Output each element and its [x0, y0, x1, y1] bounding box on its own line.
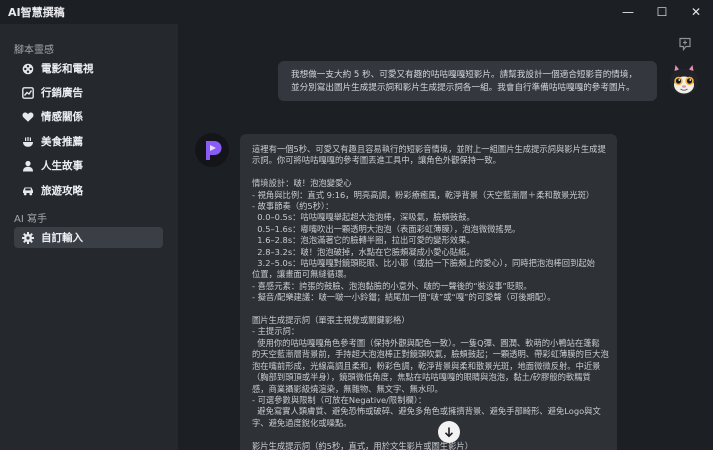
message-line: 使用你的咕咕嘎嘎角色參考圖（保持外觀與配色一致）。一隻Q彈、圓潤、軟萌的小鴨站在…	[252, 337, 600, 348]
message-line: 避免寫實人類膚質、避免恐怖或破碎、避免多角色或擁擠背景、避免手部畸形、避免Log…	[252, 406, 601, 417]
scroll-to-bottom-button[interactable]	[438, 421, 460, 443]
app-title: AI智慧撰稿	[8, 6, 65, 19]
sidebar-item-marketing-ads[interactable]: 行銷廣告	[14, 82, 163, 103]
message-gap	[252, 429, 605, 440]
sidebar-item-film-tv[interactable]: 電影和電視	[14, 58, 163, 79]
message-line: 1.6–2.8s：泡泡滿著它的臉轉半圈，拉出可愛的變形效果。	[252, 235, 475, 246]
assistant-message-bubble: 這裡有一個5秒、可愛又有趣且容易執行的短影音情境，並附上一組圖片生成提示詞與影片…	[240, 134, 617, 450]
user-message-bubble: 我想做一支大約 5 秒、可愛又有趣的咕咕嘎嘎短影片。請幫我設計一個適合短影音的情…	[278, 61, 657, 101]
new-note-icon[interactable]	[678, 36, 692, 55]
section-label-ai-writer: AI 寫手	[14, 214, 47, 225]
assistant-avatar	[195, 133, 229, 167]
sidebar-item-label: 旅遊攻略	[41, 185, 83, 197]
message-line: - 喜感元素：誇張的鼓臉、泡泡黏臉的小意外、啵的一聲後的“裝沒事”眨眼。	[252, 280, 532, 291]
sidebar-item-label: 人生故事	[41, 160, 83, 172]
sidebar: 腳本靈感 電影和電視 行銷廣告 情感關係 美食推薦 人生故事 旅遊攻略 AI 寫…	[0, 24, 178, 450]
car-icon	[22, 185, 34, 197]
film-reel-icon	[22, 63, 34, 75]
person-icon	[22, 160, 34, 172]
gear-icon	[22, 231, 34, 244]
sidebar-item-label: 自訂輸入	[41, 232, 83, 244]
sidebar-item-relationships[interactable]: 情感關係	[14, 106, 163, 127]
assistant-message-text: 這裡有一個5秒、可愛又有趣且容易執行的短影音情境，並附上一組圖片生成提示詞與影片…	[252, 144, 609, 450]
sidebar-item-travel-guide[interactable]: 旅遊攻略	[14, 180, 163, 201]
sidebar-item-label: 情感關係	[41, 111, 83, 123]
message-line: 泡在嘴前形成，光線高調且柔和，粉彩色調，乾淨背景與柔和散景光斑，地面微微反射。中…	[252, 360, 601, 371]
message-line: 字、避免過度銳化或噪點。	[252, 417, 352, 428]
message-line: 示詞。你可將咕咕嘎嘎的參考圖丟進工具中，讓角色外觀保持一致。	[252, 155, 501, 166]
sidebar-item-label: 電影和電視	[41, 63, 94, 75]
message-line: （胸部到頭頂或半身），鏡頭微低角度，焦點在咕咕嘎嘎的眼睛與泡泡，黏土/矽膠般的軟…	[252, 372, 591, 383]
message-gap	[252, 304, 605, 315]
user-message-text: 我想做一支大約 5 秒、可愛又有趣的咕咕嘎嘎短影片。請幫我設計一個適合短影音的情…	[291, 70, 638, 93]
maximize-button[interactable]: ☐	[645, 0, 679, 24]
message-line: 的天空藍漸層背景前，手持超大泡泡棒正對鏡頭吹氣，臉頰鼓起；一顆透明、帶彩虹薄膜的…	[252, 349, 609, 360]
minimize-button[interactable]: —	[611, 0, 645, 24]
message-line: 位置，讓畫面可無縫循環。	[252, 269, 352, 280]
arrow-down-icon	[444, 427, 454, 438]
window-controls: — ☐ ✕	[611, 0, 713, 24]
message-line: 0.5–1.6s：嘟嘴吹出一顆透明大泡泡（表面彩虹薄膜），泡泡微微搖晃。	[252, 223, 521, 234]
message-gap	[252, 167, 605, 178]
section-label-script-inspiration: 腳本靈感	[14, 45, 54, 56]
sidebar-item-life-stories[interactable]: 人生故事	[14, 155, 163, 176]
message-line: - 可選參數與限制（可放在Negative/限制欄）：	[252, 394, 427, 405]
message-line: - 擬音/配樂建議：啵一啵一小鈴鐺；結尾加一個“啵”或“嘎”的可愛聲（可後期配）…	[252, 292, 556, 303]
food-bowl-icon	[22, 136, 34, 148]
message-line: 2.8–3.2s：啵！泡泡破掉，水點在它臉頰凝成小愛心貼紙。	[252, 246, 475, 257]
message-line: 情境設計：啵！泡泡變愛心	[252, 178, 352, 189]
message-line: - 視角與比例：直式 9:16，明亮高調，粉彩療癒風，乾淨背景（天空藍漸層＋柔和…	[252, 189, 595, 200]
trend-chart-icon	[22, 86, 34, 99]
message-line: 3.2–5.0s：咕咕嘎嘎對鏡頭眨眼、比小耶（或拍一下臉頰上的愛心），同時把泡泡…	[252, 258, 595, 269]
sidebar-item-custom-input[interactable]: 自訂輸入	[14, 227, 163, 248]
message-line: - 主提示詞：	[252, 326, 300, 337]
title-bar: AI智慧撰稿 — ☐ ✕	[0, 0, 713, 24]
message-line: - 故事節奏（約5秒）：	[252, 201, 334, 212]
message-line: 圖片生成提示詞（單張主視覺或關鍵影格）	[252, 315, 410, 326]
sidebar-item-label: 美食推薦	[41, 136, 83, 148]
heart-icon	[22, 111, 34, 123]
sidebar-item-food[interactable]: 美食推薦	[14, 131, 163, 152]
user-avatar	[665, 60, 703, 98]
message-line: 0.0–0.5s：咕咕嘎嘎舉起超大泡泡棒，深吸氣，臉頰鼓鼓。	[252, 212, 475, 223]
sidebar-item-label: 行銷廣告	[41, 87, 83, 99]
message-line: 影片生成提示詞（約5秒，直式，用於文生影片或圖生影片）	[252, 440, 473, 450]
message-line: 感，商業攝影級燒渲染，無雜物、無文字、無水印。	[252, 383, 443, 394]
message-line: 這裡有一個5秒、可愛又有趣且容易執行的短影音情境，並附上一組圖片生成提示詞與影片…	[252, 144, 606, 154]
close-button[interactable]: ✕	[679, 0, 713, 24]
